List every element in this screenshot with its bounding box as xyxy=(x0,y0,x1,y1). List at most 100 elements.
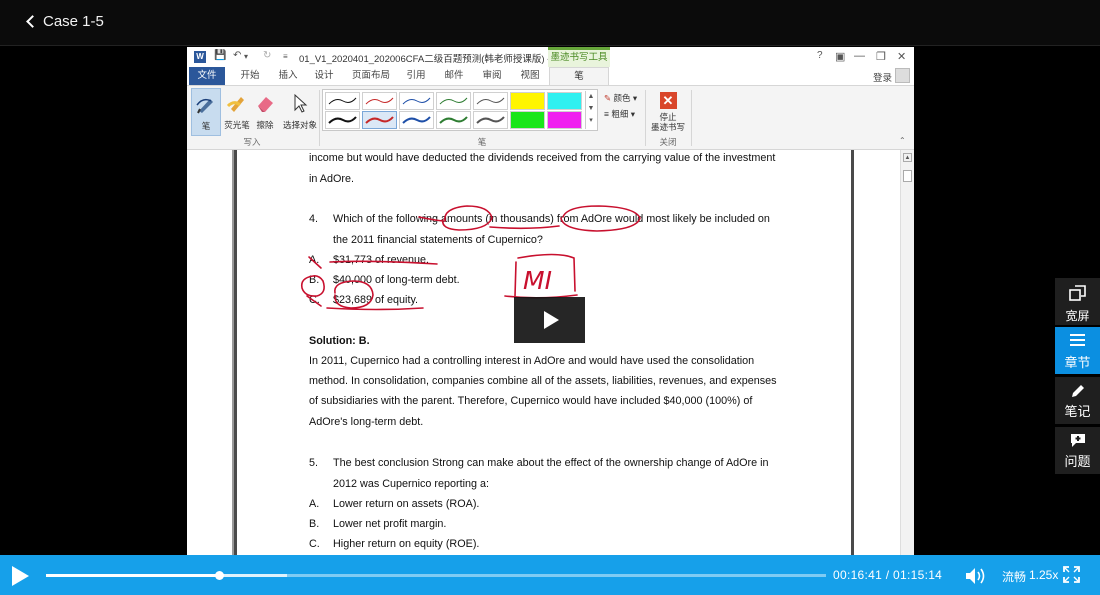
tab-view: 视图 xyxy=(520,70,540,81)
eraser-tool: 擦除 xyxy=(250,88,280,136)
top-bar: Case 1-5 xyxy=(0,0,1100,46)
tab-insert: 插入 xyxy=(278,70,298,81)
ink-tools-context-label: 墨迹书写工具 xyxy=(548,47,610,67)
menu-icon xyxy=(1070,334,1085,346)
video-player-app: Case 1-5 W 💾 ↶ ▾ ↻ ≡ 01_V1_2020401_20200… xyxy=(0,0,1100,595)
option-letter: C. xyxy=(309,538,320,550)
color-palette-icon: ✎ xyxy=(604,93,612,103)
ribbon-pen: 笔 荧光笔 擦除 选择对象 写入 ▲ ▼ ▾ ✎ 颜色 ▾ ≡ 粗细 ▾ 笔 ✕… xyxy=(187,85,914,150)
document-area: income but would have deducted the divid… xyxy=(187,150,914,555)
time-separator: / xyxy=(885,568,890,582)
stop-inking-label-1: 停止 xyxy=(659,112,677,122)
pen-style-gray-thick xyxy=(473,111,508,129)
progress-bar[interactable] xyxy=(46,571,826,580)
duration: 01:15:14 xyxy=(893,568,943,582)
progress-handle[interactable] xyxy=(215,571,225,580)
document-title: 01_V1_2020401_202006CFA二级百题预测(韩老师授课版) - … xyxy=(299,54,561,65)
highlighter-magenta xyxy=(547,111,582,129)
highlighter-icon xyxy=(224,90,250,116)
chapters-button[interactable]: 章节 xyxy=(1055,327,1100,374)
tab-mailings: 邮件 xyxy=(444,70,464,81)
pen-weight-control: ≡ 粗细 ▾ xyxy=(604,109,635,119)
pen-color-control: ✎ 颜色 ▾ xyxy=(604,93,638,103)
stop-inking-button: ✕ 停止 墨迹书写 xyxy=(649,88,687,136)
select-objects-label: 选择对象 xyxy=(282,120,317,130)
pen-style-black-thin xyxy=(325,92,360,110)
player-control-bar: 00:16:41 / 01:15:14 流畅 1.25x xyxy=(0,555,1100,595)
option-letter: B. xyxy=(309,274,320,286)
ribbon-tabs: 文件 开始 插入 设计 页面布局 引用 邮件 审阅 视图 笔 登录 xyxy=(187,67,914,85)
word-title-bar: W 💾 ↶ ▾ ↻ ≡ 01_V1_2020401_202006CFA二级百题预… xyxy=(187,47,914,67)
question-text: the 2011 financial statements of Cuperni… xyxy=(333,234,543,246)
option-letter: A. xyxy=(309,498,320,510)
close-icon: ✕ xyxy=(659,92,677,109)
progress-played xyxy=(46,574,220,577)
close-icon: ✕ xyxy=(897,51,907,63)
group-pens-label: 笔 xyxy=(477,137,487,147)
question-chat-icon xyxy=(1071,434,1085,447)
stop-inking-label-2: 墨迹书写 xyxy=(650,122,685,132)
pen-color-label: 颜色 xyxy=(613,93,631,103)
question-text: Which of the following amounts (in thous… xyxy=(333,213,770,225)
pen-style-red-thick-selected xyxy=(362,111,397,129)
pen-style-gallery: ▲ ▼ ▾ xyxy=(322,89,598,131)
pen-style-green-thin xyxy=(436,92,471,110)
volume-icon xyxy=(966,568,985,584)
tab-file: 文件 xyxy=(189,67,225,85)
question-number: 5. xyxy=(309,457,319,469)
play-icon xyxy=(544,311,559,329)
option-text: Lower net profit margin. xyxy=(333,518,447,530)
option-letter: A. xyxy=(309,254,320,266)
pen-style-blue-thin xyxy=(399,92,434,110)
collapse-ribbon-icon: ⌃ xyxy=(899,136,906,145)
play-button[interactable] xyxy=(12,566,32,586)
tab-review: 审阅 xyxy=(482,70,502,81)
question-text: The best conclusion Strong can make abou… xyxy=(333,457,769,469)
ribbon-display-icon: ▣ xyxy=(835,51,846,63)
line-weight-icon: ≡ xyxy=(604,109,609,119)
option-text: $23,689 of equity. xyxy=(333,294,419,306)
solution-heading: Solution: B. xyxy=(309,335,370,347)
save-icon: 💾 xyxy=(214,50,227,61)
speed-selector[interactable]: 1.25x xyxy=(1029,568,1058,582)
login-link: 登录 xyxy=(872,73,892,84)
ribbon-divider xyxy=(319,90,320,146)
volume-button[interactable] xyxy=(964,566,990,586)
solution-text: method. In consolidation, companies comb… xyxy=(309,375,777,387)
chevron-left-icon xyxy=(26,15,39,28)
highlighter-label: 荧光笔 xyxy=(224,120,250,130)
fullscreen-button[interactable] xyxy=(1063,566,1080,583)
video-frame[interactable]: W 💾 ↶ ▾ ↻ ≡ 01_V1_2020401_202006CFA二级百题预… xyxy=(187,47,914,555)
tab-design: 设计 xyxy=(314,70,334,81)
eraser-label: 擦除 xyxy=(256,120,274,130)
highlighter-tool: 荧光笔 xyxy=(222,88,252,136)
play-overlay-button[interactable] xyxy=(514,297,585,343)
time-display: 00:16:41 / 01:15:14 xyxy=(833,568,942,582)
scroll-thumb xyxy=(903,170,912,182)
minimize-icon: — xyxy=(854,50,865,62)
avatar xyxy=(895,68,910,83)
questions-label: 问题 xyxy=(1064,454,1091,469)
pen-tool: 笔 xyxy=(191,88,221,136)
group-close-label: 关闭 xyxy=(659,137,677,147)
highlighter-yellow xyxy=(510,92,545,110)
gallery-scroll-arrows: ▲ ▼ ▾ xyxy=(585,91,596,129)
solution-text: of subsidiaries with the parent. Therefo… xyxy=(309,395,753,407)
quality-selector[interactable]: 流畅 xyxy=(1002,568,1026,585)
option-text: Higher return on equity (ROE). xyxy=(333,538,480,550)
pen-weight-label: 粗细 xyxy=(611,109,629,119)
notes-button[interactable]: 笔记 xyxy=(1055,377,1100,424)
back-button[interactable]: Case 1-5 xyxy=(26,9,104,33)
highlighter-cyan xyxy=(547,92,582,110)
current-time: 00:16:41 xyxy=(833,568,883,582)
cursor-icon xyxy=(287,90,313,116)
redo-icon: ↻ xyxy=(263,50,272,61)
ribbon-divider xyxy=(691,90,692,146)
tab-pen: 笔 xyxy=(549,67,609,85)
widescreen-button[interactable]: 宽屏 xyxy=(1055,278,1100,325)
doc-line: in AdOre. xyxy=(309,173,355,185)
pen-style-green-thick xyxy=(436,111,471,129)
pen-tool-label: 笔 xyxy=(201,121,211,131)
play-icon xyxy=(12,566,29,586)
questions-button[interactable]: 问题 xyxy=(1055,427,1100,474)
